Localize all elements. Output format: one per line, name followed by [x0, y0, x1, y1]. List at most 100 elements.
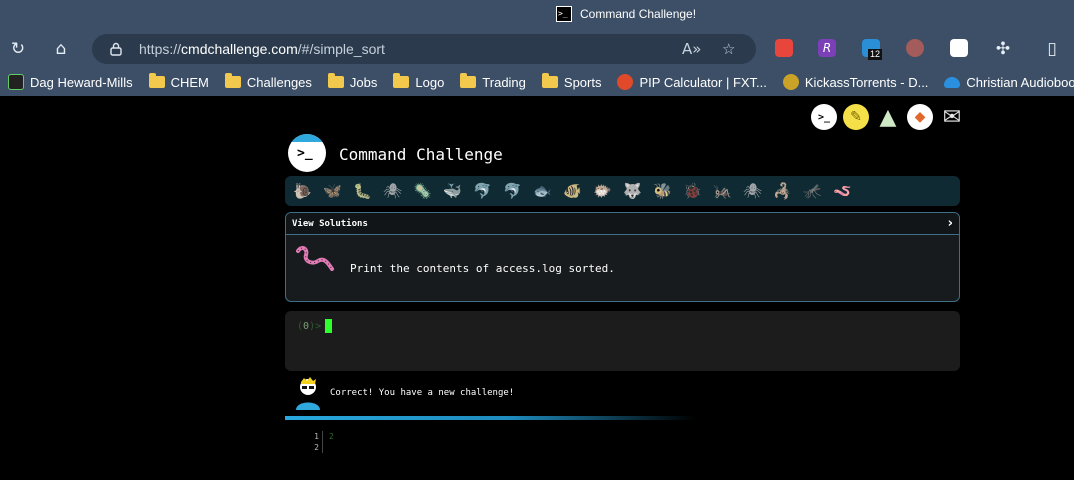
terminal-favicon-icon: >_: [556, 6, 572, 22]
url-scheme: https://: [139, 41, 182, 57]
extensions-icon[interactable]: ✣: [993, 39, 1013, 59]
critter-challenge-icon[interactable]: 🕷: [741, 181, 764, 201]
bookmark-kickasstorrents[interactable]: KickassTorrents - D...: [782, 74, 929, 90]
avatar-icon: [296, 377, 320, 410]
critter-challenge-icon[interactable]: 🐺: [621, 181, 644, 201]
refresh-icon[interactable]: ↻: [8, 39, 28, 59]
bookmark-logo[interactable]: Logo: [393, 73, 445, 90]
favorite-star-icon[interactable]: ☆: [722, 40, 735, 58]
bookmark-label: PIP Calculator | FXT...: [639, 74, 767, 90]
view-solutions-header[interactable]: View Solutions ›: [286, 213, 959, 235]
cloud-icon: [944, 76, 961, 88]
home-icon[interactable]: ⌂: [51, 39, 71, 59]
critter-challenge-icon[interactable]: 🐬: [501, 181, 524, 201]
bookmark-label: Challenges: [246, 74, 312, 90]
critter-challenge-icon[interactable]: 🐳: [441, 181, 464, 201]
critter-challenge-icon[interactable]: 🐛: [351, 181, 374, 201]
mail-icon[interactable]: ✉: [939, 104, 965, 130]
extension-red-icon[interactable]: [775, 39, 793, 57]
site-title: Command Challenge: [339, 145, 503, 164]
gitlab-icon[interactable]: ◆: [907, 104, 933, 130]
critter-challenge-icon[interactable]: 🐝: [651, 181, 674, 201]
url-path: /#/simple_sort: [297, 41, 385, 57]
extension-badge-icon[interactable]: 12: [862, 39, 883, 60]
result-message: Correct! You have a new challenge!: [330, 388, 515, 398]
page-content: >_ ✎ ▲ ◆ ✉ >_ Command Challenge 🐌 🦋 🐛 🕷 🦠 🐳 🐬 🐬…: [0, 96, 1074, 480]
bookmark-label: Trading: [482, 74, 526, 90]
lightbulb-icon[interactable]: ✎: [843, 104, 869, 130]
bookmark-label: CHEM: [170, 74, 209, 90]
critter-challenge-icon[interactable]: 🐬: [471, 181, 494, 201]
view-solutions-label: View Solutions: [292, 218, 368, 229]
bookmark-dag-heward-mills[interactable]: Dag Heward-Mills: [8, 74, 133, 90]
corner-icons: >_ ✎ ▲ ◆ ✉: [811, 104, 965, 130]
extension-round-icon[interactable]: [906, 39, 924, 57]
folder-icon: [393, 73, 410, 88]
critter-challenge-icon[interactable]: 🦋: [321, 181, 344, 201]
terminal-cursor: [325, 319, 332, 333]
bookmark-label: Logo: [415, 74, 445, 90]
folder-icon: [224, 73, 241, 88]
critter-challenge-icon[interactable]: 🐞: [681, 181, 704, 201]
critter-challenge-icon[interactable]: 🐡: [591, 181, 614, 201]
extension-badge: 12: [868, 49, 883, 60]
bookmark-christian-audiobooks[interactable]: Christian Audioboo...: [944, 75, 1074, 90]
bookmark-chem[interactable]: CHEM: [148, 73, 209, 90]
terminal-icon[interactable]: >_: [811, 104, 837, 130]
browser-toolbar: ↻ ⌂ https://cmdchallenge.com/#/simple_so…: [0, 30, 1074, 68]
extension-r-icon[interactable]: R: [818, 39, 836, 57]
bookmark-jobs[interactable]: Jobs: [327, 73, 378, 90]
kat-icon: [782, 74, 799, 90]
logo-glyph: >_: [297, 146, 313, 161]
command-terminal[interactable]: (0)>: [285, 311, 960, 371]
bookmark-label: Jobs: [349, 74, 378, 90]
title-bar: >_ Command Challenge!: [0, 0, 1074, 30]
bookmark-label: Dag Heward-Mills: [30, 74, 133, 90]
challenge-critter-bar: 🐌 🦋 🐛 🕷 🦠 🐳 🐬 🐬 🐟 🐠 🐡 🐺 🐝 🐞 🦗 🕷 🦂 🦟 🪱: [285, 176, 960, 206]
tree-icon[interactable]: ▲: [875, 104, 901, 130]
tab-title: Command Challenge!: [580, 7, 697, 21]
lock-icon: [110, 42, 122, 56]
prompt-close: )>: [309, 321, 322, 332]
critter-challenge-icon[interactable]: 🦠: [411, 181, 434, 201]
extension-puzzle-box-icon[interactable]: [950, 39, 968, 57]
address-bar[interactable]: https://cmdchallenge.com/#/simple_sort A…: [92, 34, 756, 64]
site-logo[interactable]: >_: [288, 134, 326, 172]
line-number: 2: [314, 443, 319, 452]
folder-icon: [460, 73, 477, 88]
folder-icon: [327, 73, 344, 88]
challenge-task-text: Print the contents of access.log sorted.: [350, 262, 615, 275]
critter-challenge-icon[interactable]: 🦟: [801, 181, 824, 201]
wifi-icon: [8, 74, 24, 90]
bookmark-sports[interactable]: Sports: [541, 73, 602, 90]
bookmarks-bar: Dag Heward-Mills CHEM Challenges Jobs Lo…: [0, 68, 1074, 96]
critter-challenge-icon[interactable]: 🦂: [771, 181, 794, 201]
url-text[interactable]: https://cmdchallenge.com/#/simple_sort: [139, 41, 385, 57]
critter-challenge-icon[interactable]: 🐠: [561, 181, 584, 201]
bookmark-pip-calculator[interactable]: PIP Calculator | FXT...: [617, 74, 767, 90]
terminal-prompt: (0)>: [297, 321, 321, 332]
bookmark-label: Sports: [563, 74, 602, 90]
challenge-panel: View Solutions › Print the contents of a…: [285, 212, 960, 302]
output-code: 2: [329, 432, 334, 441]
pip-icon: [617, 74, 634, 90]
progress-divider: [285, 416, 695, 420]
bookmark-challenges[interactable]: Challenges: [224, 73, 312, 90]
critter-challenge-icon[interactable]: 🪱: [831, 181, 854, 201]
folder-icon: [541, 73, 558, 88]
bookmark-trading[interactable]: Trading: [460, 73, 526, 90]
read-aloud-icon[interactable]: A»: [682, 40, 701, 58]
line-number-gutter: 12: [305, 431, 323, 453]
folder-icon: [148, 73, 165, 88]
critter-challenge-icon[interactable]: 🦗: [711, 181, 734, 201]
line-number: 1: [314, 432, 319, 441]
split-screen-icon[interactable]: ▯: [1042, 39, 1062, 59]
active-tab[interactable]: >_ Command Challenge!: [556, 6, 696, 22]
critter-challenge-icon[interactable]: 🐌: [291, 181, 314, 201]
bookmark-label: Christian Audioboo...: [966, 74, 1074, 90]
chevron-right-icon[interactable]: ›: [948, 216, 953, 231]
bookmark-label: KickassTorrents - D...: [804, 74, 929, 90]
critter-challenge-icon[interactable]: 🐟: [531, 181, 554, 201]
worm-icon: [296, 246, 334, 271]
critter-challenge-icon[interactable]: 🕷: [381, 181, 404, 201]
